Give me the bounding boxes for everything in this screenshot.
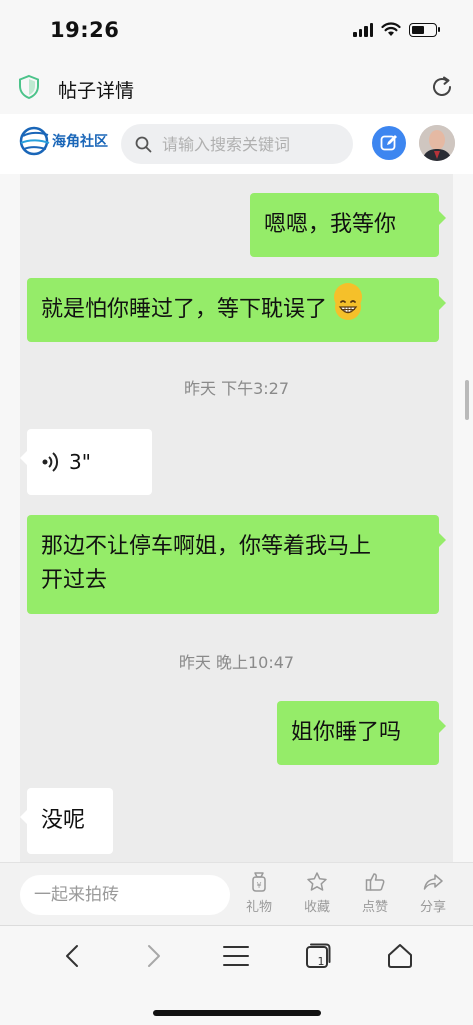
grinning-face-emoji-icon (334, 283, 363, 320)
scrollbar[interactable] (465, 380, 469, 420)
site-header: 海角社区 (0, 114, 473, 174)
voice-message-bubble[interactable]: 3" (20, 429, 152, 495)
message-text: 没呢 (41, 808, 86, 833)
message-text: 就是怕你睡过了，等下耽误了 (41, 297, 328, 322)
menu-icon (223, 946, 249, 966)
globe-logo-icon (19, 126, 50, 156)
post-action-bar: ¥ 礼物 收藏 点赞 分享 (0, 862, 473, 925)
tab-count: 1 (318, 955, 325, 968)
chat-bubble-incoming: 没呢 (20, 788, 113, 854)
gift-label: 礼物 (245, 900, 272, 915)
forward-button[interactable] (134, 936, 174, 976)
compose-post-button[interactable] (372, 126, 406, 160)
status-time: 19:26 (50, 18, 120, 42)
edit-icon (380, 135, 397, 151)
shield-icon (19, 74, 39, 100)
chevron-right-icon (148, 945, 160, 967)
gift-icon: ¥ (252, 872, 266, 892)
voice-wave-icon (42, 452, 59, 472)
user-avatar[interactable] (419, 125, 455, 161)
like-button[interactable]: 点赞 (352, 871, 398, 915)
wifi-icon (381, 22, 401, 36)
chat-screenshot: 嗯嗯，我等你 就是怕你睡过了，等下耽误了 昨天 下午3:27 3" 那边不让停车… (20, 174, 453, 862)
message-text: 姐你睡了吗 (291, 720, 402, 745)
home-icon (388, 944, 412, 968)
refresh-icon[interactable] (429, 74, 455, 100)
back-button[interactable] (52, 936, 92, 976)
battery-icon (409, 22, 440, 37)
search-box[interactable] (121, 124, 353, 164)
gift-button[interactable]: ¥ 礼物 (236, 871, 282, 915)
chat-bubble-outgoing: 姐你睡了吗 (277, 701, 446, 765)
tabs-button[interactable]: 1 (298, 936, 338, 976)
star-icon (307, 872, 327, 891)
chat-bubble-outgoing: 就是怕你睡过了，等下耽误了 (27, 278, 446, 342)
chat-timestamp: 昨天 下午3:27 (183, 379, 290, 398)
tabs-icon: 1 (306, 943, 331, 968)
like-label: 点赞 (361, 900, 388, 915)
chat-bubble-outgoing: 那边不让停车啊姐，你等着我马上 开过去 (27, 515, 446, 614)
browser-toolbar: 1 (0, 925, 473, 1025)
voice-duration: 3" (69, 450, 91, 474)
share-button[interactable]: 分享 (410, 871, 456, 915)
favorite-label: 收藏 (303, 900, 330, 915)
svg-text:¥: ¥ (256, 881, 261, 890)
chat-timestamp: 昨天 晚上10:47 (178, 653, 295, 672)
cellular-signal-icon (353, 22, 373, 37)
comment-input[interactable] (20, 875, 230, 915)
message-text: 嗯嗯，我等你 (264, 212, 397, 237)
search-input[interactable] (160, 133, 344, 155)
status-bar: 19:26 (0, 0, 473, 62)
message-text-line: 开过去 (41, 568, 108, 593)
avatar-image (419, 125, 455, 161)
home-button[interactable] (380, 936, 420, 976)
message-text-line: 那边不让停车啊姐，你等着我马上 (41, 534, 372, 559)
page-title: 帖子详情 (58, 80, 135, 102)
share-label: 分享 (419, 900, 446, 915)
site-logo[interactable]: 海角社区 (18, 121, 108, 161)
status-icons (353, 22, 440, 37)
home-indicator[interactable] (153, 1010, 321, 1016)
chevron-left-icon (66, 945, 78, 967)
title-bar: 帖子详情 (0, 62, 473, 114)
search-icon (135, 136, 152, 152)
thumbs-up-icon (365, 873, 385, 891)
menu-button[interactable] (216, 936, 256, 976)
logo-text: 海角社区 (52, 134, 108, 150)
share-icon (423, 874, 443, 890)
chat-bubble-outgoing: 嗯嗯，我等你 (250, 193, 446, 257)
favorite-button[interactable]: 收藏 (294, 871, 340, 915)
